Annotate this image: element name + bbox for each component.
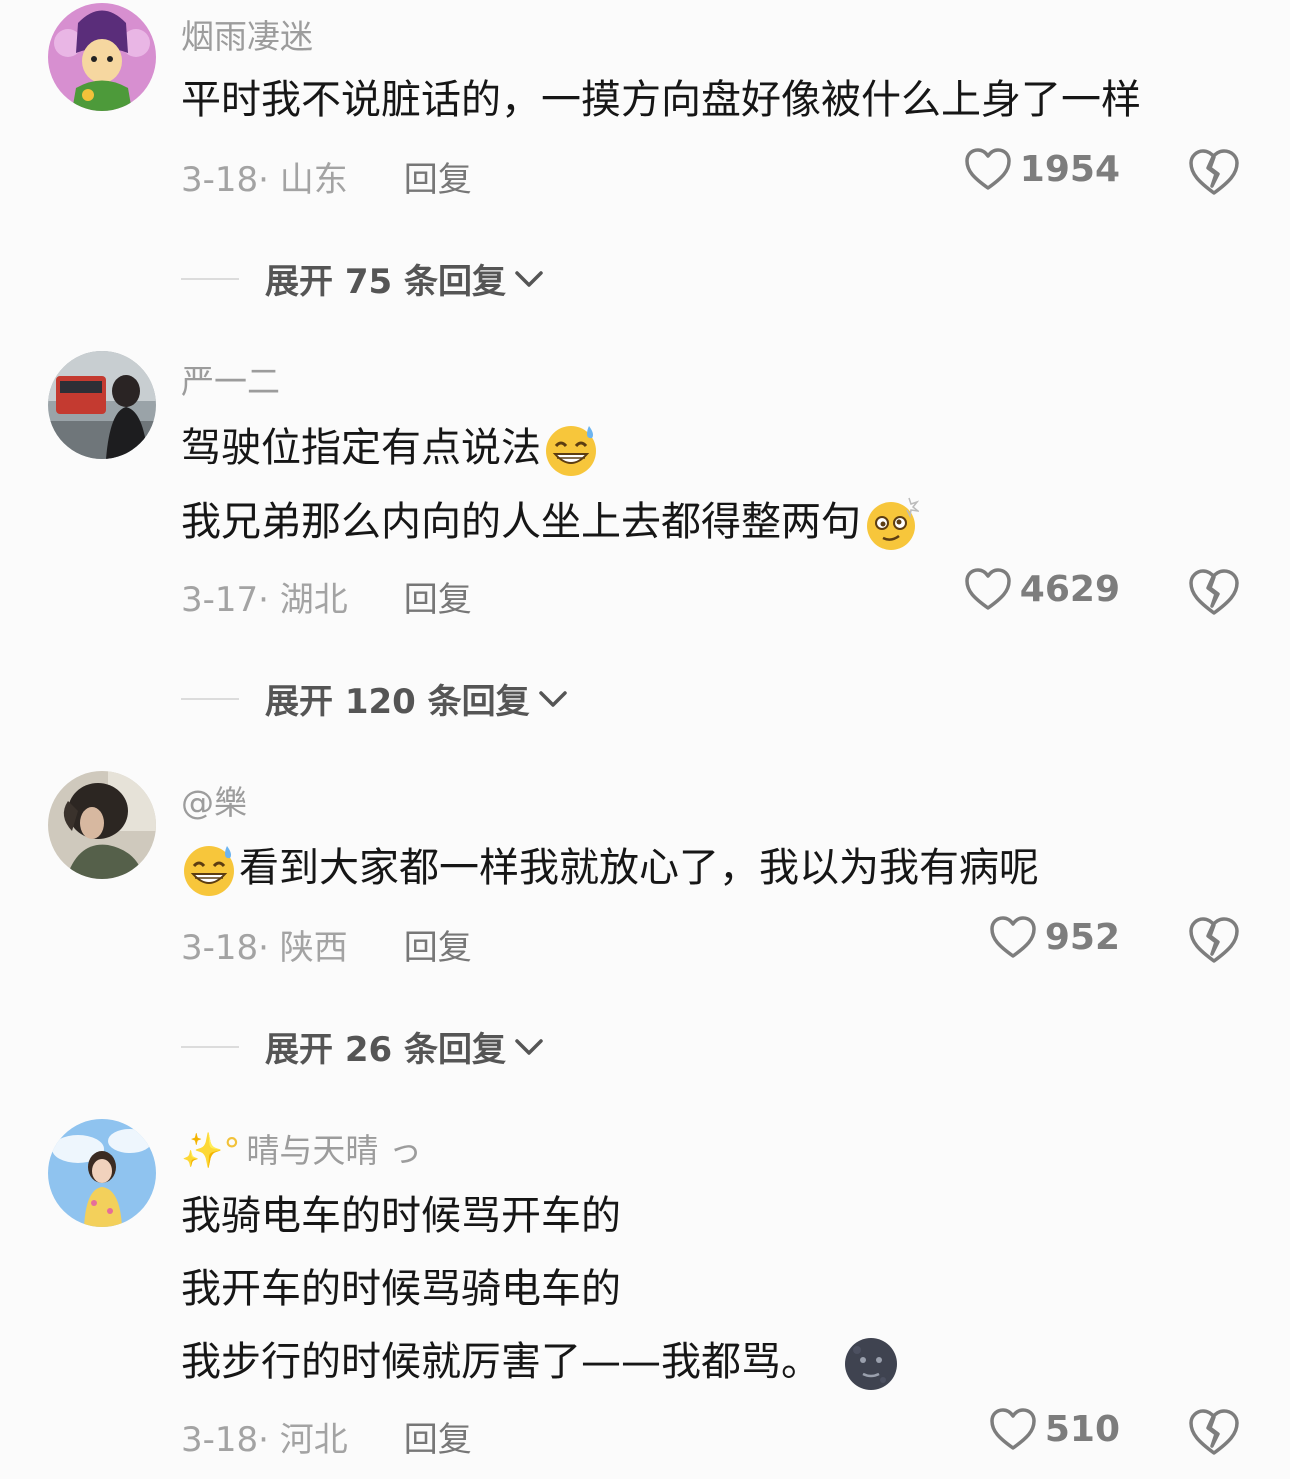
username[interactable]: 烟雨凄迷 — [181, 10, 313, 58]
comment-location: · 湖北 — [258, 580, 348, 620]
dizzy-face-emoji — [863, 496, 919, 552]
broken-heart-icon — [1188, 916, 1240, 964]
dislike-button[interactable] — [1188, 1408, 1240, 1456]
comment-text: 看到大家都一样我就放心了，我以为我有病呢 — [181, 842, 1039, 898]
dislike-button[interactable] — [1188, 916, 1240, 964]
like-count: 1954 — [1019, 148, 1120, 190]
broken-heart-icon — [1188, 568, 1240, 616]
like-count: 510 — [1044, 1408, 1120, 1450]
like-button[interactable]: 952 — [989, 915, 1120, 959]
comment-line: 看到大家都一样我就放心了，我以为我有病呢 — [239, 845, 1039, 891]
comment-line: 我开车的时候骂骑电车的 — [181, 1266, 621, 1312]
comment-location: · 河北 — [258, 1420, 348, 1460]
comment-text: 我兄弟那么内向的人坐上去都得整两句 — [181, 496, 921, 552]
avatar[interactable] — [48, 3, 156, 111]
expand-replies-label: 展开 75 条回复 — [265, 262, 506, 302]
chevron-down-icon — [514, 269, 544, 289]
broken-heart-icon — [1188, 1408, 1240, 1456]
username[interactable]: @樂 — [181, 776, 247, 824]
heart-icon — [989, 1407, 1037, 1451]
heart-icon — [989, 915, 1037, 959]
reply-button[interactable]: 回复 — [404, 1420, 472, 1460]
comment-date: 3-17 — [181, 580, 259, 620]
comment-line: 平时我不说脏话的，一摸方向盘好像被什么上身了一样 — [181, 77, 1141, 123]
avatar[interactable] — [48, 1119, 156, 1227]
divider-line — [181, 1045, 239, 1048]
reply-button[interactable]: 回复 — [404, 928, 472, 968]
reply-button[interactable]: 回复 — [404, 580, 472, 620]
expand-replies-label: 展开 120 条回复 — [265, 682, 530, 722]
heart-icon — [964, 567, 1012, 611]
dislike-button[interactable] — [1188, 568, 1240, 616]
username[interactable]: ✨° 晴与天晴 っ — [181, 1124, 422, 1172]
dislike-button[interactable] — [1188, 148, 1240, 196]
comment-line: 我步行的时候就厉害了——我都骂。 — [181, 1339, 821, 1385]
comment-text: 我开车的时候骂骑电车的 — [181, 1265, 621, 1313]
sparkle-icon: ✨° — [181, 1131, 241, 1171]
heart-icon — [964, 147, 1012, 191]
comment-meta: 3-17· 湖北 回复 — [181, 572, 472, 621]
grin-sweat-emoji — [181, 842, 237, 898]
grin-sweat-emoji — [543, 422, 599, 478]
expand-replies-button[interactable]: 展开 26 条回复 — [181, 1022, 544, 1071]
comment-location: · 陕西 — [258, 928, 348, 968]
comment-date: 3-18 — [181, 1420, 259, 1460]
comment-date: 3-18 — [181, 928, 259, 968]
comment-text: 我步行的时候就厉害了——我都骂。 — [181, 1336, 901, 1392]
expand-replies-button[interactable]: 展开 120 条回复 — [181, 674, 568, 723]
avatar[interactable] — [48, 351, 156, 459]
username[interactable]: 严一二 — [181, 355, 280, 403]
comment-text: 我骑电车的时候骂开车的 — [181, 1192, 621, 1240]
comment-meta: 3-18· 山东 回复 — [181, 152, 472, 201]
new-moon-face-emoji — [843, 1336, 899, 1392]
comment-meta: 3-18· 陕西 回复 — [181, 920, 472, 969]
chevron-down-icon — [538, 689, 568, 709]
divider-line — [181, 277, 239, 280]
comment-location: · 山东 — [258, 160, 348, 200]
comment-line: 我兄弟那么内向的人坐上去都得整两句 — [181, 499, 861, 545]
expand-replies-button[interactable]: 展开 75 条回复 — [181, 254, 544, 303]
divider-line — [181, 697, 239, 700]
chevron-down-icon — [514, 1037, 544, 1057]
like-count: 4629 — [1019, 568, 1120, 610]
expand-replies-label: 展开 26 条回复 — [265, 1030, 506, 1070]
like-count: 952 — [1044, 916, 1120, 958]
username-text: 晴与天晴 っ — [246, 1131, 422, 1170]
comment-text: 平时我不说脏话的，一摸方向盘好像被什么上身了一样 — [181, 76, 1141, 124]
comment-line: 驾驶位指定有点说法 — [181, 425, 541, 471]
comment-date: 3-18 — [181, 160, 259, 200]
like-button[interactable]: 1954 — [964, 147, 1120, 191]
comment-meta: 3-18· 河北 回复 — [181, 1412, 472, 1461]
like-button[interactable]: 510 — [989, 1407, 1120, 1451]
reply-button[interactable]: 回复 — [404, 160, 472, 200]
broken-heart-icon — [1188, 148, 1240, 196]
comment-text: 驾驶位指定有点说法 — [181, 422, 601, 478]
avatar[interactable] — [48, 771, 156, 879]
like-button[interactable]: 4629 — [964, 567, 1120, 611]
comment-line: 我骑电车的时候骂开车的 — [181, 1193, 621, 1239]
